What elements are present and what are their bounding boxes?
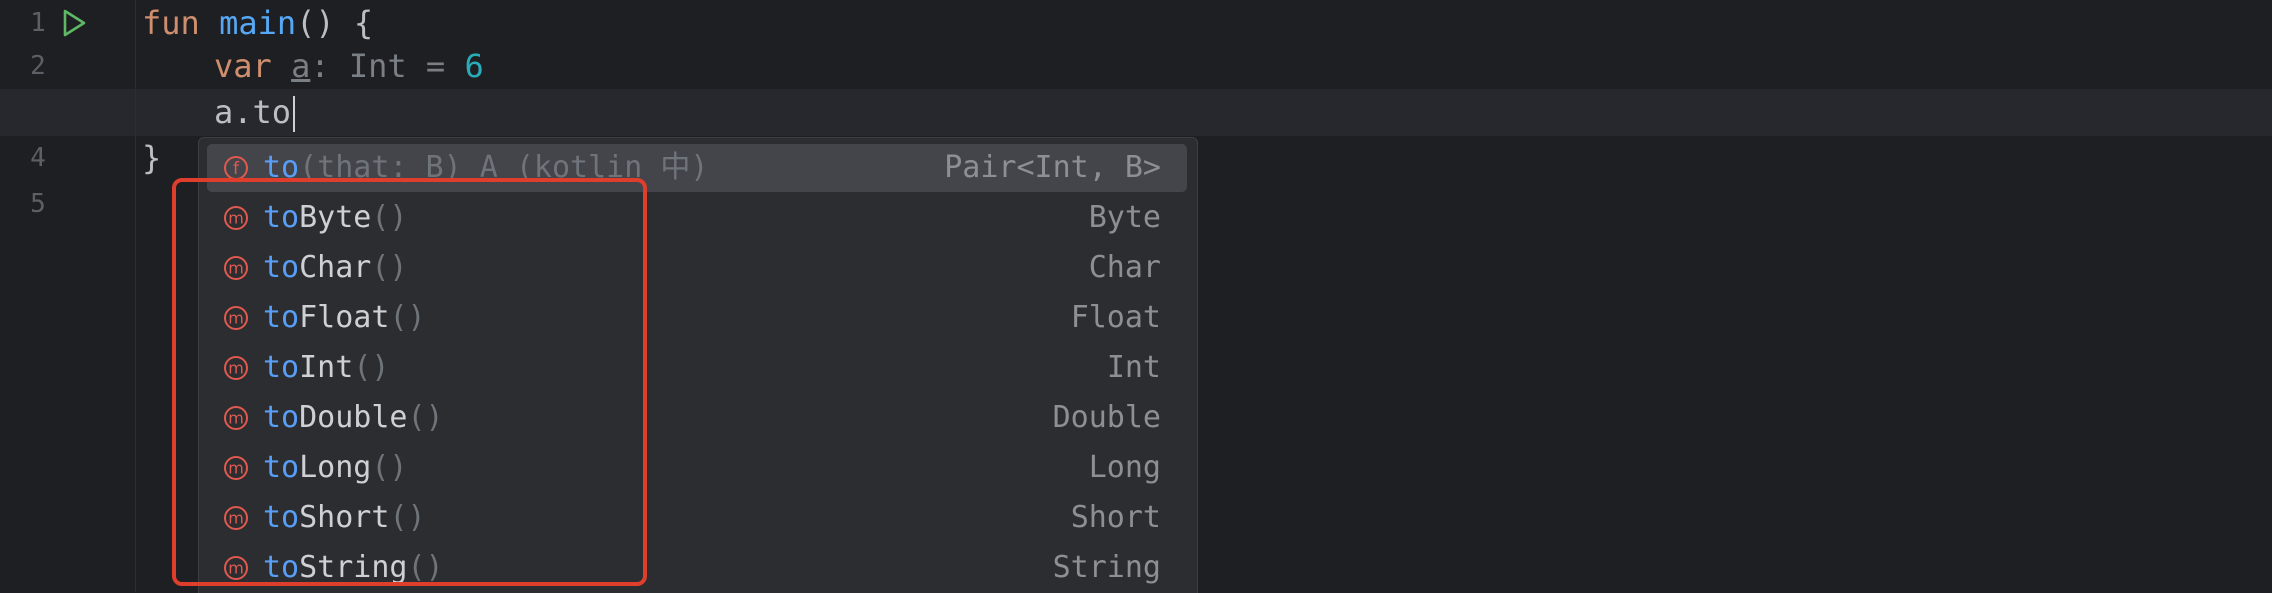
completion-item-type: Int [1106,350,1161,385]
highlight-annotation-box [172,178,647,586]
completion-item-type: String [1052,550,1161,585]
completion-item-type: Byte [1088,200,1161,235]
line-number: 2 [30,51,46,81]
current-line-highlight [0,89,2272,136]
completion-item-type: Double [1052,400,1161,435]
number-literal: 6 [464,47,484,85]
type-annotation: : Int = [310,47,465,85]
code-text: a.to [214,93,292,131]
text-caret [293,96,296,132]
keyword: fun [142,4,200,42]
code-line-1[interactable]: fun main() { [142,0,373,46]
completion-item-type: Short [1070,500,1161,535]
function-name: main [219,4,297,42]
code-text: } [142,139,162,177]
completion-item-type: Char [1088,250,1161,285]
code-line-4[interactable]: } [142,135,161,181]
completion-item-type: Float [1070,300,1161,335]
gutter-separator [135,0,136,592]
variable-name: a [291,47,311,85]
completion-item-type: Long [1088,450,1161,485]
code-line-3[interactable]: a.to [214,89,296,135]
line-number: 1 [30,8,46,38]
code-text: () { [296,4,374,42]
keyword: var [214,47,272,85]
completion-item-type: Pair<Int, B> [944,150,1161,185]
code-line-2[interactable]: var a: Int = 6 [214,43,484,89]
run-icon[interactable] [58,8,88,38]
icon-letter: f [233,159,240,179]
line-number: 4 [30,143,46,173]
line-number: 5 [30,189,46,219]
